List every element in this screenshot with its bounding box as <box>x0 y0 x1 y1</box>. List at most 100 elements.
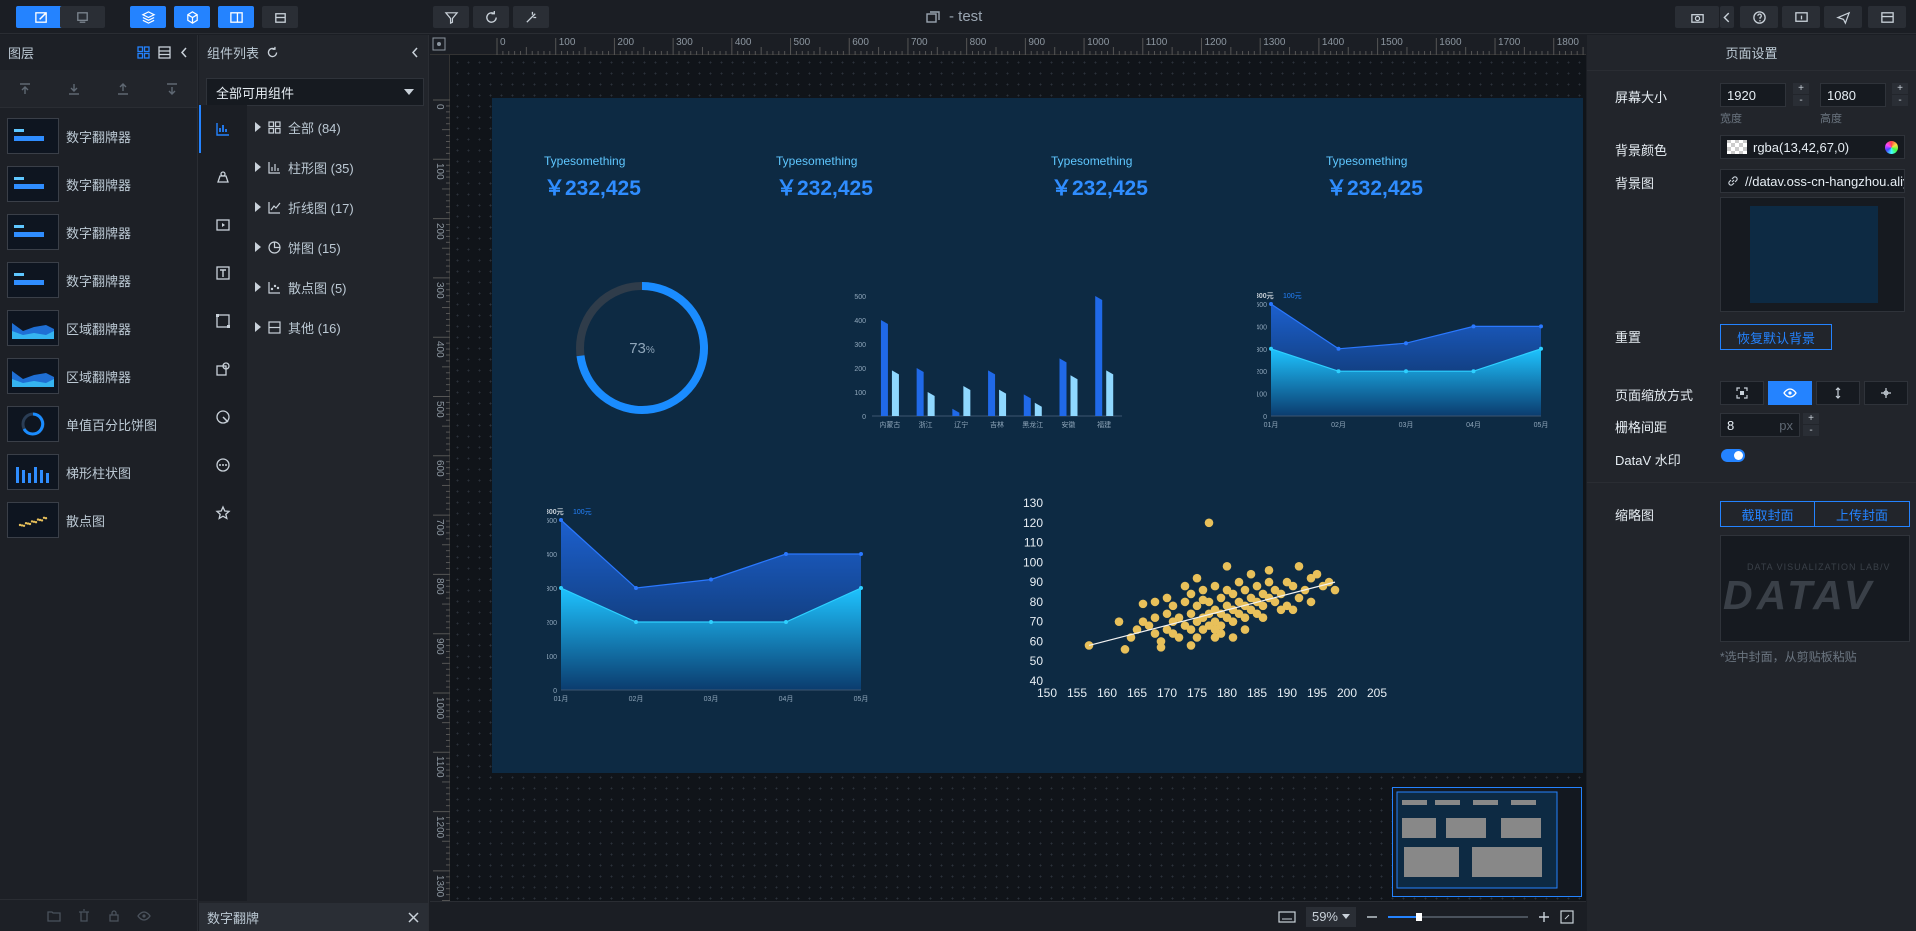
scatter-point[interactable] <box>1114 617 1124 626</box>
toolbox-button[interactable] <box>262 6 298 28</box>
close-icon[interactable] <box>407 911 420 924</box>
digital-flipper[interactable]: Typesomething ￥232,425 <box>776 154 873 202</box>
scatter-point[interactable] <box>1162 609 1172 619</box>
scatter-point[interactable] <box>1150 597 1160 607</box>
scatter-point[interactable] <box>1312 569 1322 579</box>
area-point[interactable] <box>784 620 788 624</box>
area-chart-small[interactable]: 0 100 200 300 400 500 01月 02月 03月 04月 05月 300元 100元 <box>1257 288 1567 438</box>
category-item[interactable]: 全部 (84) <box>247 107 428 147</box>
bar-mark[interactable] <box>1070 375 1078 416</box>
scatter-point[interactable] <box>1168 601 1178 611</box>
rail-favorite[interactable] <box>199 489 247 537</box>
scatter-point[interactable] <box>1168 629 1178 638</box>
bar-mark[interactable] <box>952 408 960 416</box>
scatter-point[interactable] <box>1252 581 1262 591</box>
scatter-point[interactable] <box>1150 613 1160 623</box>
bar-mark[interactable] <box>1034 402 1042 416</box>
keyboard-icon[interactable] <box>1278 910 1296 924</box>
rail-interaction[interactable] <box>199 393 247 441</box>
layer-item[interactable]: 数字翻牌器 <box>0 208 197 256</box>
rail-network[interactable] <box>199 297 247 345</box>
area-point[interactable] <box>1269 346 1273 351</box>
vertical-ruler[interactable]: 0 100 200 300 400 500 600 700 800 900 1000 1100 1200… <box>430 35 450 901</box>
rail-media[interactable] <box>199 201 247 249</box>
scatter-point[interactable] <box>1162 593 1172 603</box>
move-top-icon[interactable] <box>17 81 33 97</box>
scatter-point[interactable] <box>1174 613 1184 623</box>
scatter-point[interactable] <box>1192 573 1202 583</box>
fit-screen-icon[interactable] <box>1560 909 1574 924</box>
scatter-point[interactable] <box>1228 589 1238 599</box>
layers-toggle-button[interactable] <box>130 6 166 28</box>
collapse-button[interactable] <box>1720 6 1734 28</box>
scatter-point[interactable] <box>1204 518 1214 528</box>
scale-none-button[interactable] <box>1864 381 1908 405</box>
area-point[interactable] <box>1269 302 1273 306</box>
chevron-left-icon[interactable] <box>410 46 420 59</box>
scatter-point[interactable] <box>1276 605 1286 615</box>
bar-mark[interactable] <box>891 370 899 416</box>
eye-toggle-icon[interactable] <box>432 37 446 51</box>
capture-cover-button[interactable]: 截取封面 <box>1720 501 1815 527</box>
lock-icon[interactable] <box>107 909 121 923</box>
scatter-point[interactable] <box>1186 641 1196 650</box>
area-point[interactable] <box>1336 346 1341 351</box>
canvas-area[interactable]: 0 100 200 300 400 500 600 700 800 900 1000 1100 1200… <box>430 35 1586 901</box>
width-input[interactable]: 1920 <box>1720 83 1786 107</box>
preview-mode-button[interactable] <box>60 6 105 28</box>
minimap[interactable] <box>1392 787 1582 897</box>
move-bottom-icon[interactable] <box>66 81 82 97</box>
scatter-point[interactable] <box>1192 633 1202 642</box>
scatter-point[interactable] <box>1186 589 1196 599</box>
category-item[interactable]: 饼图 (15) <box>247 227 428 267</box>
rail-chart[interactable] <box>199 105 247 153</box>
area-point[interactable] <box>709 577 713 582</box>
scatter-point[interactable] <box>1246 569 1256 579</box>
reset-background-button[interactable]: 恢复默认背景 <box>1720 324 1832 350</box>
chevron-left-icon[interactable] <box>179 46 189 59</box>
rail-other[interactable] <box>199 441 247 489</box>
scatter-point[interactable] <box>1288 605 1298 615</box>
scatter-point[interactable] <box>1210 625 1220 634</box>
color-wheel-icon[interactable] <box>1885 140 1898 154</box>
scatter-point[interactable] <box>1210 581 1220 591</box>
bar-mark[interactable] <box>1059 358 1067 416</box>
scatter-point[interactable] <box>1138 599 1148 609</box>
area-point[interactable] <box>1336 369 1341 374</box>
scatter-point[interactable] <box>1294 593 1304 603</box>
width-increment[interactable]: + <box>1793 83 1809 94</box>
scatter-point[interactable] <box>1294 561 1304 571</box>
scatter-point[interactable] <box>1156 643 1166 652</box>
magic-button[interactable] <box>513 6 549 28</box>
layer-item[interactable]: 散点图 <box>0 496 197 544</box>
scatter-point[interactable] <box>1240 625 1250 634</box>
area-point[interactable] <box>784 552 788 556</box>
bg-color-input[interactable]: rgba(13,42,67,0) <box>1720 135 1905 159</box>
scatter-point[interactable] <box>1258 601 1268 611</box>
category-item[interactable]: 其他 (16) <box>247 307 428 347</box>
scatter-point[interactable] <box>1186 609 1196 619</box>
scatter-point[interactable] <box>1258 613 1268 623</box>
publish-preview-button[interactable] <box>1782 6 1820 28</box>
zoom-in-icon[interactable] <box>1538 911 1550 923</box>
percent-pie-chart[interactable]: 73% <box>572 278 712 418</box>
trapezoid-bar-chart[interactable]: 0 100 200 300 400 500 内蒙古 浙江 辽宁 吉林 黑龙江 安徽 福建 <box>842 288 1132 433</box>
scatter-point[interactable] <box>1240 613 1250 623</box>
scatter-point[interactable] <box>1306 597 1316 607</box>
settings-toggle-button[interactable] <box>218 6 254 28</box>
refresh-icon[interactable] <box>266 46 279 59</box>
category-item[interactable]: 散点图 (5) <box>247 267 428 307</box>
scale-fit-button[interactable] <box>1720 381 1764 405</box>
height-input[interactable]: 1080 <box>1820 83 1886 107</box>
bg-image-url-input[interactable]: //datav.oss-cn-hangzhou.aliyu <box>1720 169 1905 193</box>
height-increment[interactable]: + <box>1892 83 1908 94</box>
bg-image-preview[interactable] <box>1720 197 1905 312</box>
scatter-point[interactable] <box>1228 633 1238 642</box>
scale-full-button[interactable] <box>1768 381 1812 405</box>
scatter-point[interactable] <box>1216 593 1226 603</box>
component-filter-select[interactable]: 全部可用组件 <box>206 78 424 106</box>
move-up-icon[interactable] <box>115 81 131 97</box>
scale-height-button[interactable] <box>1816 381 1860 405</box>
scatter-point[interactable] <box>1330 585 1340 595</box>
area-point[interactable] <box>859 552 863 556</box>
